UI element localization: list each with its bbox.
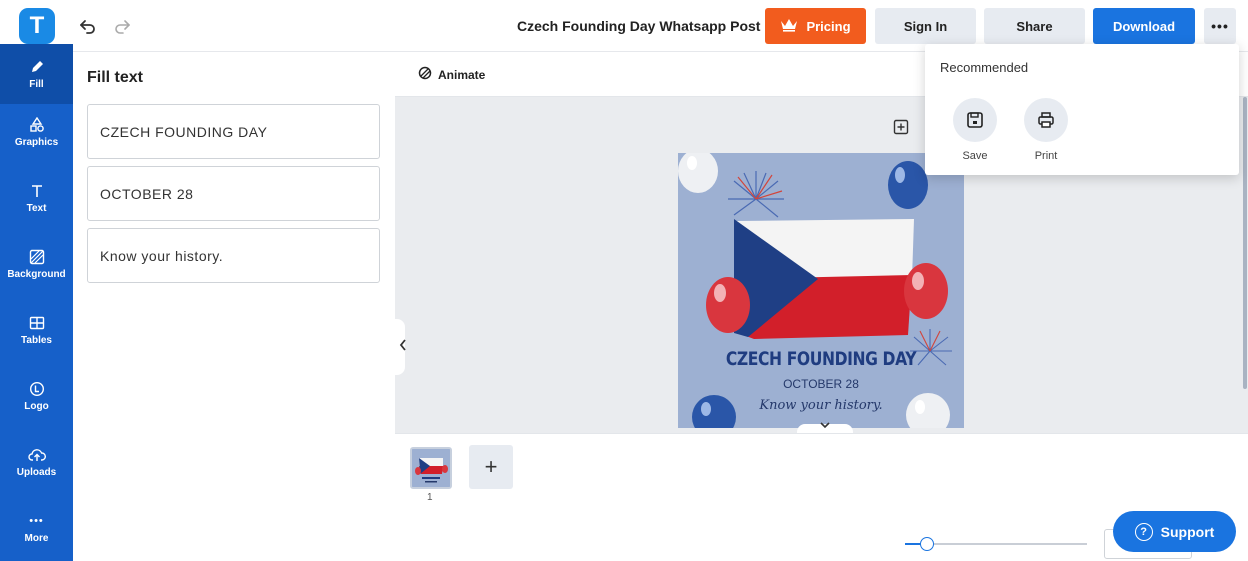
pencil-icon	[29, 58, 45, 76]
support-label: Support	[1160, 523, 1215, 540]
dropdown-heading: Recommended	[940, 60, 1029, 75]
sidebar-item-label: Graphics	[14, 137, 59, 148]
save-option[interactable]: Save	[945, 98, 1005, 162]
pages-strip: 1 + ? Support	[395, 433, 1248, 561]
page-thumbnail[interactable]	[410, 447, 452, 489]
more-options-button[interactable]: •••	[1204, 8, 1236, 44]
animate-button[interactable]: Animate	[418, 66, 485, 83]
print-option[interactable]: Print	[1016, 98, 1076, 162]
save-icon	[953, 98, 997, 142]
redo-icon[interactable]	[110, 14, 134, 38]
sidebar-item-text[interactable]: Text	[0, 168, 73, 228]
animate-icon	[418, 66, 432, 83]
app-logo[interactable]: T	[19, 8, 55, 44]
download-button[interactable]: Download	[1093, 8, 1195, 44]
print-icon	[1024, 98, 1068, 142]
sidebar-item-background[interactable]: Background	[0, 234, 73, 294]
fill-text-field[interactable]: Know your history.	[87, 228, 380, 283]
crown-icon	[780, 18, 798, 35]
thumbnail-preview	[412, 449, 450, 487]
shapes-icon	[29, 116, 45, 134]
chevron-left-icon	[399, 338, 407, 356]
share-button[interactable]: Share	[984, 8, 1085, 44]
sidebar-item-logo[interactable]: Logo	[0, 366, 73, 426]
chevron-down-icon	[820, 416, 830, 433]
help-icon: ?	[1134, 522, 1153, 541]
fill-text-field[interactable]: CZECH FOUNDING DAY	[87, 104, 380, 159]
design-tagline[interactable]: Know your history.	[678, 398, 964, 413]
cloud-upload-icon	[27, 446, 46, 464]
sidebar-item-label: Text	[26, 203, 47, 214]
design-date[interactable]: OCTOBER 28	[678, 377, 964, 391]
pricing-label: Pricing	[806, 18, 851, 34]
panel-title: Fill text	[87, 69, 144, 86]
sidebar-item-label: Fill	[29, 79, 44, 90]
design-heading[interactable]: CZECH FOUNDING DAY	[704, 348, 939, 370]
save-label: Save	[962, 150, 988, 162]
fill-text-field[interactable]: OCTOBER 28	[87, 166, 380, 221]
sidebar-item-graphics[interactable]: Graphics	[0, 102, 73, 162]
text-icon	[29, 182, 45, 200]
expand-pages-button[interactable]	[797, 422, 853, 433]
sidebar-item-label: Background	[7, 269, 66, 280]
support-button[interactable]: ? Support	[1113, 511, 1236, 552]
background-icon	[29, 248, 45, 266]
sidebar-item-tables[interactable]: Tables	[0, 300, 73, 360]
zoom-slider[interactable]	[905, 537, 1087, 551]
sidebar-item-uploads[interactable]: Uploads	[0, 432, 73, 492]
design-canvas[interactable]: CZECH FOUNDING DAY OCTOBER 28 Know your …	[678, 153, 964, 428]
sign-in-button[interactable]: Sign In	[875, 8, 976, 44]
logo-icon	[29, 380, 45, 398]
add-page-icon[interactable]	[893, 119, 909, 135]
more-icon: •••	[29, 515, 44, 527]
sidebar-item-label: More	[24, 533, 49, 544]
sidebar-item-label: Logo	[24, 401, 49, 412]
page-number: 1	[427, 492, 433, 503]
sidebar-item-label: Tables	[21, 335, 52, 346]
print-label: Print	[1034, 150, 1058, 162]
table-icon	[29, 314, 45, 332]
sidebar-item-fill[interactable]: Fill	[0, 44, 73, 104]
animate-label: Animate	[438, 67, 486, 82]
canvas-scrollbar[interactable]	[1243, 97, 1247, 389]
pricing-button[interactable]: Pricing	[765, 8, 866, 44]
more-options-dropdown: Recommended Save Print	[925, 44, 1239, 175]
sidebar-item-more[interactable]: ••• More	[0, 498, 73, 558]
add-page-button[interactable]: +	[469, 445, 513, 489]
left-sidebar: Fill Graphics Text Background Tables Log…	[0, 44, 73, 561]
document-title[interactable]: Czech Founding Day Whatsapp Post	[517, 18, 760, 34]
sidebar-item-label: Uploads	[16, 467, 57, 478]
undo-icon[interactable]	[76, 14, 100, 38]
fill-text-panel: Fill text CZECH FOUNDING DAY OCTOBER 28 …	[73, 52, 395, 561]
zoom-slider-handle[interactable]	[919, 537, 934, 551]
collapse-panel-button[interactable]	[395, 319, 407, 375]
